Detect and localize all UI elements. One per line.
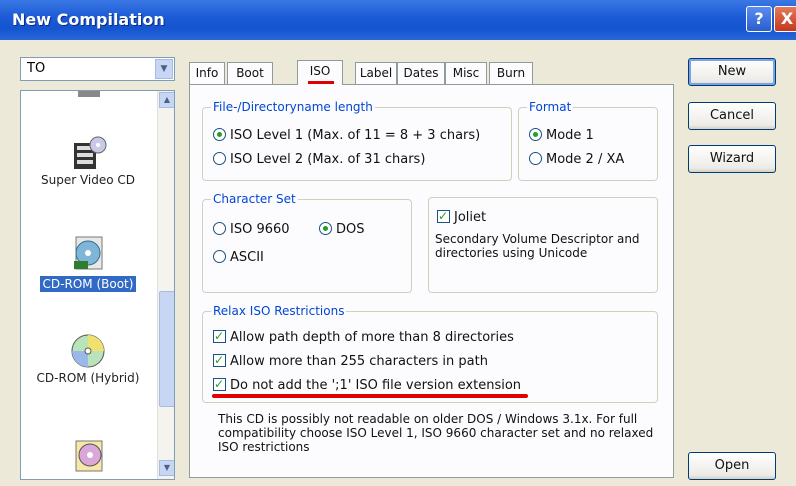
- allow-path-depth-checkbox[interactable]: Allow path depth of more than 8 director…: [213, 328, 514, 346]
- tab-label[interactable]: Label: [355, 62, 397, 84]
- list-item[interactable]: Super Video CD: [29, 133, 147, 187]
- cancel-button[interactable]: Cancel: [688, 102, 776, 130]
- tab-misc[interactable]: Misc: [445, 62, 487, 84]
- checkbox-checked[interactable]: [213, 376, 226, 392]
- checkbox-label: Allow more than 255 characters in path: [230, 354, 488, 369]
- radio-button-checked[interactable]: [213, 128, 226, 141]
- radio-button[interactable]: [213, 222, 226, 235]
- format-group: Format Mode 1 Mode 2 / XA: [518, 100, 658, 181]
- joliet-group: Joliet Secondary Volume Descriptor and d…: [428, 197, 658, 293]
- option-label: ASCII: [230, 250, 264, 265]
- window-title: New Compilation: [12, 10, 165, 29]
- group-title: Format: [527, 100, 574, 114]
- title-bar: New Compilation ? X: [0, 0, 796, 40]
- tab-iso[interactable]: ISO: [297, 60, 343, 85]
- joliet-description: Secondary Volume Descriptor and director…: [435, 232, 640, 260]
- tab-burn[interactable]: Burn: [489, 62, 533, 84]
- list-scrollbar[interactable]: ▲ ▼: [157, 91, 174, 479]
- list-item-label: CD-ROM (Boot): [39, 276, 137, 292]
- super-video-cd-icon: [68, 133, 108, 173]
- disc-type-value: TO: [27, 61, 46, 76]
- list-item-selected[interactable]: CD-ROM (Boot): [29, 233, 147, 292]
- iso-tab-panel: File-/Directoryname length ISO Level 1 (…: [189, 84, 674, 478]
- compatibility-info-text: This CD is possibly not readable on olde…: [218, 412, 654, 454]
- list-item-label: Super Video CD: [40, 173, 136, 187]
- iso-level-2-radio[interactable]: ISO Level 2 (Max. of 31 chars): [213, 152, 425, 168]
- dos-radio[interactable]: DOS: [319, 222, 365, 238]
- relax-iso-restrictions-group: Relax ISO Restrictions Allow path depth …: [202, 304, 658, 403]
- iso-9660-radio[interactable]: ISO 9660: [213, 222, 290, 238]
- no-version-extension-checkbox[interactable]: Do not add the ';1' ISO file version ext…: [213, 376, 522, 394]
- radio-button[interactable]: [213, 250, 226, 263]
- disc-type-dropdown[interactable]: TO ▼: [20, 57, 175, 81]
- option-label: DOS: [336, 222, 365, 237]
- character-set-group: Character Set ISO 9660 DOS ASCII: [202, 192, 412, 293]
- filename-length-group: File-/Directoryname length ISO Level 1 (…: [202, 100, 512, 181]
- joliet-checkbox[interactable]: Joliet: [437, 208, 487, 226]
- wizard-button[interactable]: Wizard: [688, 145, 776, 173]
- option-label: Mode 1: [546, 128, 594, 143]
- checkbox-checked[interactable]: [437, 208, 450, 224]
- option-label: ISO Level 2 (Max. of 31 chars): [230, 152, 426, 167]
- group-title: File-/Directoryname length: [211, 100, 375, 114]
- checkbox-label: Joliet: [454, 210, 487, 225]
- cd-rom-boot-icon: [68, 233, 108, 273]
- list-item[interactable]: CD-ROM (Hybrid): [29, 331, 147, 385]
- scroll-down-arrow-icon[interactable]: ▼: [159, 460, 174, 476]
- option-label: ISO Level 1 (Max. of 11 = 8 + 3 chars): [230, 128, 481, 143]
- disc-icon: [68, 91, 108, 117]
- help-button[interactable]: ?: [746, 6, 772, 32]
- tab-info[interactable]: Info: [189, 62, 225, 84]
- red-annotation-underline: [212, 394, 528, 398]
- tab-boot[interactable]: Boot: [227, 62, 273, 84]
- chevron-down-icon[interactable]: ▼: [155, 59, 173, 79]
- scrollbar-thumb[interactable]: [159, 291, 174, 407]
- radio-button[interactable]: [213, 152, 226, 165]
- tab-dates[interactable]: Dates: [397, 62, 445, 84]
- mode-2-xa-radio[interactable]: Mode 2 / XA: [529, 152, 624, 168]
- group-title: Relax ISO Restrictions: [211, 304, 347, 318]
- radio-button-checked[interactable]: [319, 222, 332, 235]
- checkbox-label: Allow path depth of more than 8 director…: [230, 330, 514, 345]
- checkbox-checked[interactable]: [213, 328, 226, 344]
- option-label: ISO 9660: [230, 222, 290, 237]
- list-item[interactable]: [29, 91, 147, 117]
- list-item[interactable]: [29, 435, 147, 475]
- tab-label: ISO: [309, 64, 331, 78]
- checkbox-label: Do not add the ';1' ISO file version ext…: [230, 378, 522, 393]
- radio-button-checked[interactable]: [529, 128, 542, 141]
- mode-1-radio[interactable]: Mode 1: [529, 128, 594, 144]
- radio-button[interactable]: [529, 152, 542, 165]
- group-title: Character Set: [211, 192, 298, 206]
- red-annotation-underline: [308, 81, 334, 84]
- cd-rom-hybrid-icon: [68, 331, 108, 371]
- option-label: Mode 2 / XA: [546, 152, 625, 167]
- list-item-label: CD-ROM (Hybrid): [36, 371, 140, 385]
- cd-rom-udf-icon: [68, 435, 108, 475]
- scroll-up-arrow-icon[interactable]: ▲: [159, 92, 174, 108]
- ascii-radio[interactable]: ASCII: [213, 250, 264, 266]
- close-button[interactable]: X: [774, 6, 796, 32]
- new-button[interactable]: New: [688, 58, 776, 86]
- new-compilation-dialog: New Compilation ? X TO ▼ Super Video CD …: [0, 0, 796, 486]
- compilation-type-list[interactable]: Super Video CD CD-ROM (Boot) CD-ROM (Hyb…: [20, 90, 175, 480]
- iso-level-1-radio[interactable]: ISO Level 1 (Max. of 11 = 8 + 3 chars): [213, 128, 480, 144]
- checkbox-checked[interactable]: [213, 352, 226, 368]
- open-button[interactable]: Open: [688, 452, 776, 480]
- allow-long-path-checkbox[interactable]: Allow more than 255 characters in path: [213, 352, 488, 370]
